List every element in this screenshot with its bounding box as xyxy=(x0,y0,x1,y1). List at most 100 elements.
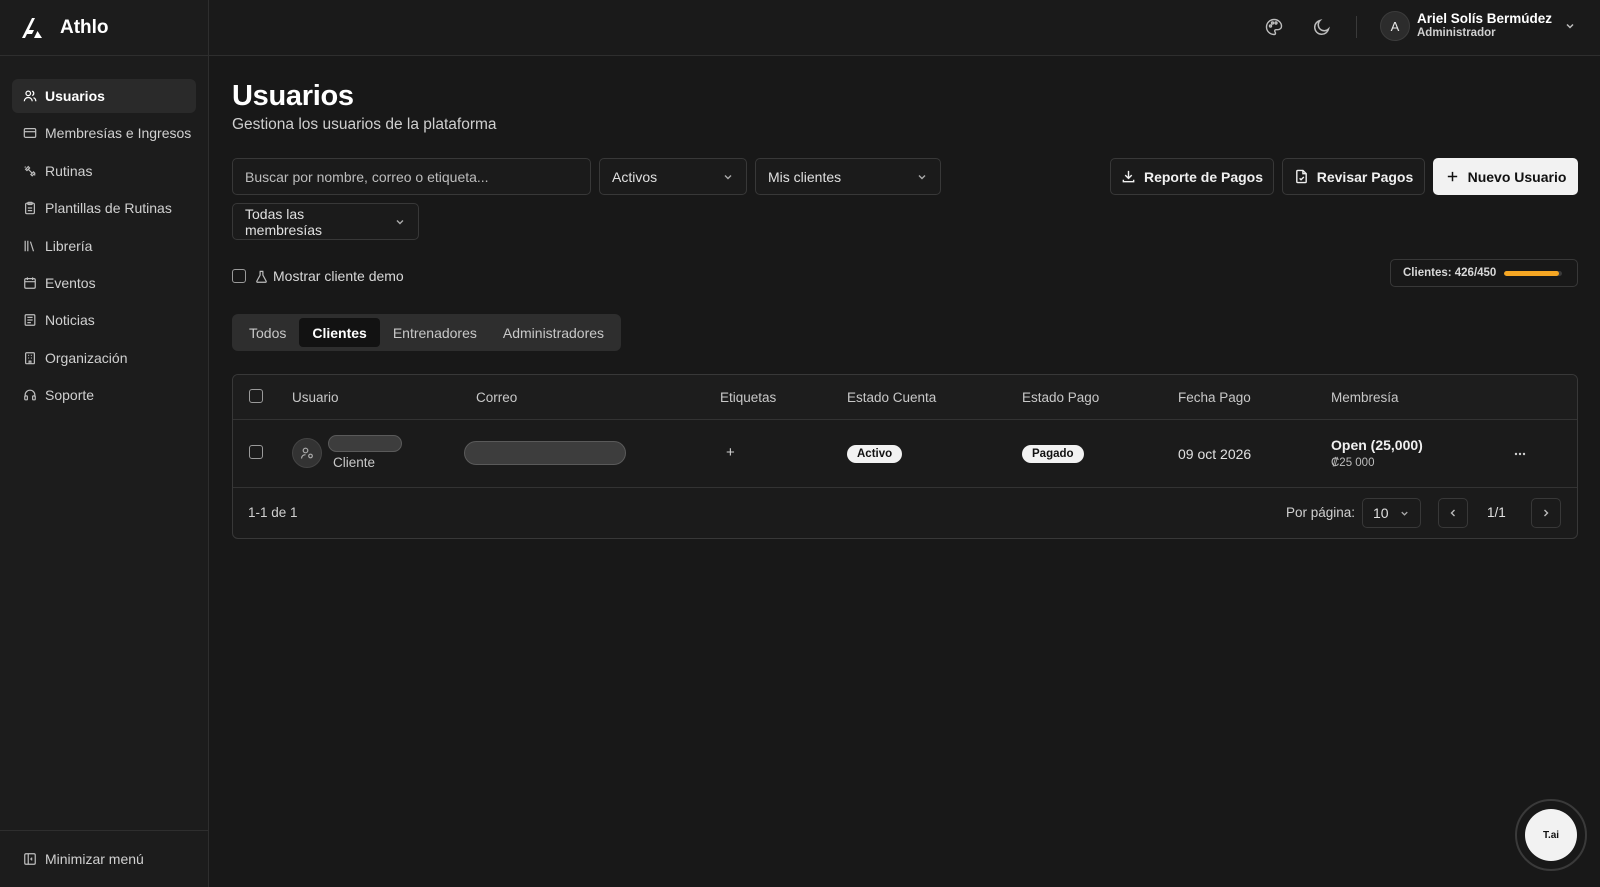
payments-report-button[interactable]: Reporte de Pagos xyxy=(1110,158,1274,195)
flask-icon xyxy=(256,270,267,283)
brand[interactable]: Athlo xyxy=(0,0,208,56)
tab-todos[interactable]: Todos xyxy=(236,318,299,347)
search-field[interactable] xyxy=(232,158,591,195)
add-tag-button[interactable]: + xyxy=(726,444,735,461)
status-select[interactable]: Activos xyxy=(599,158,747,195)
payments-report-label: Reporte de Pagos xyxy=(1143,168,1264,185)
palette-icon[interactable] xyxy=(1264,17,1284,37)
user-role: Administrador xyxy=(1417,27,1496,39)
page-indicator: 1/1 xyxy=(1487,505,1506,520)
moon-icon[interactable] xyxy=(1312,17,1332,37)
membership-price: ₡25 000 xyxy=(1331,457,1375,469)
chevron-down-icon xyxy=(1401,511,1408,516)
column-correo[interactable]: Correo xyxy=(476,390,517,405)
sidebar-item-rutinas[interactable]: Rutinas xyxy=(12,154,196,188)
more-horizontal-icon[interactable] xyxy=(1513,447,1527,461)
table-header: Usuario Correo Etiquetas Estado Cuenta E… xyxy=(233,375,1577,420)
page-title: Usuarios xyxy=(232,80,354,112)
panel-collapse-icon xyxy=(24,853,36,865)
new-user-button[interactable]: Nuevo Usuario xyxy=(1433,158,1578,195)
user-type-tabs: Todos Clientes Entrenadores Administrado… xyxy=(232,314,622,351)
sidebar-item-organizacion[interactable]: Organización xyxy=(12,341,196,375)
credit-card-icon xyxy=(23,128,37,139)
demo-client-label: Mostrar cliente demo xyxy=(273,268,404,284)
chevron-down-icon xyxy=(396,219,404,224)
scope-select[interactable]: Mis clientes xyxy=(755,158,941,195)
sidebar-item-label: Organización xyxy=(45,349,128,366)
minimize-menu-button[interactable]: Minimizar menú xyxy=(0,830,208,887)
column-estado-cuenta[interactable]: Estado Cuenta xyxy=(847,390,936,405)
column-usuario[interactable]: Usuario xyxy=(292,390,339,405)
review-payments-button[interactable]: Revisar Pagos xyxy=(1282,158,1425,195)
app-name: Athlo xyxy=(60,16,109,38)
topbar-divider xyxy=(1356,16,1357,38)
newspaper-icon xyxy=(24,314,36,327)
headset-icon xyxy=(24,389,36,401)
dumbbell-icon xyxy=(24,165,36,177)
sidebar-item-label: Soporte xyxy=(45,387,95,404)
chevron-right-icon xyxy=(1544,509,1549,517)
sidebar-item-label: Usuarios xyxy=(45,88,105,104)
sidebar-item-membresias[interactable]: Membresías e Ingresos xyxy=(12,116,196,150)
clients-quota-label: Clientes: 426/450 xyxy=(1403,267,1497,279)
chevron-down-icon xyxy=(724,174,732,179)
demo-client-checkbox[interactable] xyxy=(232,269,246,283)
email-placeholder xyxy=(464,441,626,465)
sidebar-item-plantillas[interactable]: Plantillas de Rutinas xyxy=(12,191,196,225)
column-estado-pago[interactable]: Estado Pago xyxy=(1022,390,1099,405)
users-table: Usuario Correo Etiquetas Estado Cuenta E… xyxy=(232,374,1578,539)
topbar: A Ariel Solís Bermúdez Administrador xyxy=(209,0,1600,56)
user-menu[interactable]: A Ariel Solís Bermúdez Administrador xyxy=(1380,11,1576,41)
status-select-value: Activos xyxy=(612,168,658,185)
tab-clientes[interactable]: Clientes xyxy=(299,318,380,347)
sidebar-item-label: Noticias xyxy=(45,312,95,329)
plus-icon xyxy=(1447,171,1457,182)
library-icon xyxy=(24,240,35,251)
user-info: Ariel Solís Bermúdez Administrador xyxy=(1417,11,1552,41)
new-user-label: Nuevo Usuario xyxy=(1467,168,1567,185)
select-all-checkbox[interactable] xyxy=(249,389,263,403)
row-checkbox[interactable] xyxy=(249,445,263,459)
clients-quota-bar xyxy=(1504,270,1563,276)
payment-date: 09 oct 2026 xyxy=(1178,446,1252,462)
sidebar-item-libreria[interactable]: Librería xyxy=(12,229,196,263)
sidebar-item-label: Membresías e Ingresos xyxy=(45,125,192,142)
download-icon xyxy=(1122,170,1135,183)
next-page-button[interactable] xyxy=(1531,498,1561,528)
per-page-value: 10 xyxy=(1373,505,1389,521)
chevron-down-icon xyxy=(918,174,926,179)
sidebar-nav: Usuarios Membresías e Ingresos Rutinas P… xyxy=(0,56,208,412)
column-fecha-pago[interactable]: Fecha Pago xyxy=(1178,390,1251,405)
chevron-left-icon xyxy=(1450,509,1455,517)
assistant-button[interactable]: T.ai xyxy=(1515,799,1587,871)
sidebar: Athlo Usuarios Membresías e Ingresos Rut… xyxy=(0,0,209,887)
minimize-menu-label: Minimizar menú xyxy=(45,851,144,867)
review-payments-label: Revisar Pagos xyxy=(1316,168,1414,185)
membership-select-value: Todas las membresías xyxy=(245,205,323,238)
user-cog-icon xyxy=(300,447,313,459)
prev-page-button[interactable] xyxy=(1438,498,1468,528)
sidebar-item-soporte[interactable]: Soporte xyxy=(12,378,196,412)
table-footer: 1-1 de 1 Por página: 10 1/1 xyxy=(233,488,1577,538)
tab-entrenadores[interactable]: Entrenadores xyxy=(380,318,490,347)
tab-administradores[interactable]: Administradores xyxy=(490,318,617,347)
membership-select[interactable]: Todas las membresías xyxy=(232,203,419,240)
user-role-label: Cliente xyxy=(333,455,376,470)
avatar xyxy=(292,438,322,468)
column-etiquetas[interactable]: Etiquetas xyxy=(720,390,776,405)
user-name: Ariel Solís Bermúdez xyxy=(1417,11,1553,26)
table-row[interactable]: Cliente + Activo Pagado 09 oct 2026 Open… xyxy=(233,420,1577,488)
building-icon xyxy=(25,351,35,365)
athlo-logo-icon xyxy=(22,17,42,38)
sidebar-item-noticias[interactable]: Noticias xyxy=(12,303,196,337)
sidebar-item-usuarios[interactable]: Usuarios xyxy=(12,79,196,113)
column-membresia[interactable]: Membresía xyxy=(1331,390,1399,405)
file-check-icon xyxy=(1295,169,1307,184)
per-page-select[interactable]: 10 xyxy=(1362,498,1421,528)
sidebar-item-eventos[interactable]: Eventos xyxy=(12,266,196,300)
scope-select-value: Mis clientes xyxy=(768,168,842,185)
search-input[interactable] xyxy=(245,168,578,185)
clients-quota: Clientes: 426/450 xyxy=(1390,259,1578,287)
payment-status-badge: Pagado xyxy=(1022,445,1084,463)
demo-client-toggle: Mostrar cliente demo xyxy=(232,268,404,284)
